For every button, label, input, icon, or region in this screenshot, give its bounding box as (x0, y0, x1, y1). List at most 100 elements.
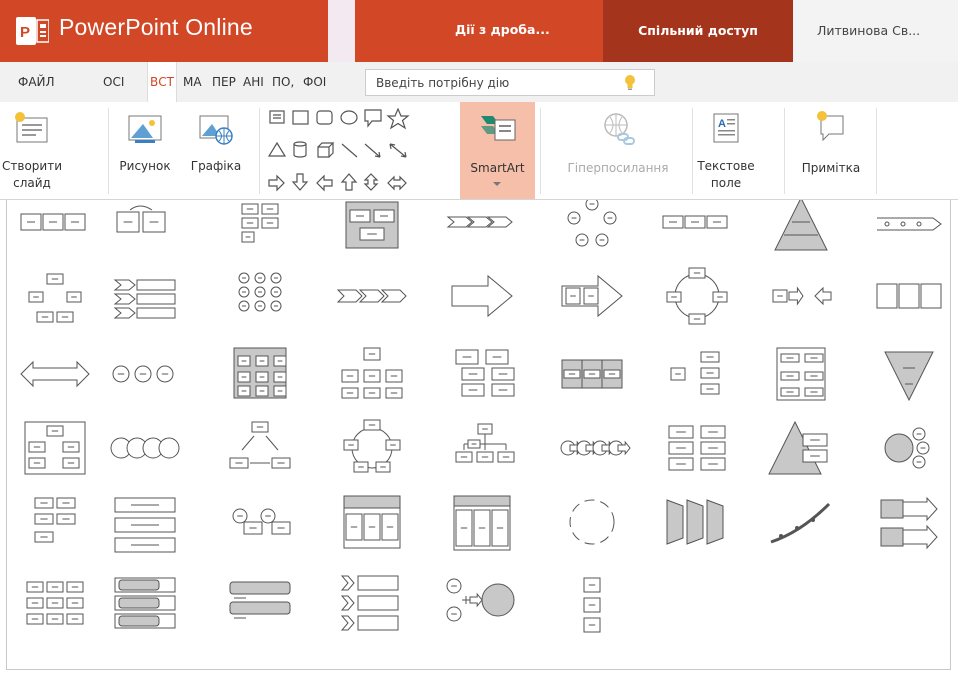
svg-text:P: P (20, 24, 30, 41)
down-arrow-shape-icon (291, 173, 309, 191)
smartart-thumbnail-trapezoid-panels[interactable] (666, 499, 724, 545)
ribbon-separator (540, 108, 541, 194)
smartart-thumbnail-titled-lines[interactable] (229, 581, 291, 619)
rectangle-shape-icon (292, 110, 309, 125)
ribbon-tabs: ФАЙЛ ОСІ ВСТ МА ПЕР АНІ ПО, ФОІ Введіть … (0, 62, 958, 103)
arrow-line-shape-icon (364, 143, 381, 158)
smartart-thumbnail-double-arrow-list[interactable] (880, 496, 938, 550)
smartart-thumbnail-interlocking-circles[interactable] (110, 437, 180, 459)
smartart-thumbnail-block-arrow[interactable] (451, 274, 513, 318)
hyperlink-button[interactable]: Гіперпосилання (548, 102, 688, 199)
powerpoint-logo-icon: P (16, 17, 49, 45)
smartart-thumbnail-four-panel-table[interactable] (453, 495, 511, 551)
smartart-thumbnail-basic-pyramid[interactable] (774, 200, 828, 251)
smartart-thumbnail-labeled-circles[interactable] (232, 508, 291, 535)
smartart-thumbnail-plus-equation[interactable] (446, 578, 515, 622)
smartart-thumbnail-opposing-arrows[interactable] (772, 286, 832, 306)
picture-icon (128, 115, 162, 143)
ribbon-separator (692, 108, 693, 194)
user-account[interactable]: Литвинова Св... (793, 0, 958, 62)
ribbon-separator (259, 108, 260, 194)
hyperlink-icon (604, 113, 635, 145)
left-arrow-shape-icon (316, 174, 333, 192)
smartart-thumbnail-inverted-pyramid[interactable] (884, 351, 934, 402)
smartart-thumbnail-horizontal-hierarchy[interactable] (670, 351, 720, 395)
smartart-thumbnail-alternating-flow[interactable] (241, 203, 279, 243)
left-right-arrow-shape-icon (387, 175, 407, 191)
smartart-thumbnail-chevron-process[interactable] (336, 289, 407, 303)
tell-me-placeholder: Введіть потрібну дію (376, 76, 510, 90)
shapes-gallery[interactable] (268, 108, 458, 196)
smartart-thumbnail-double-arrow[interactable] (20, 360, 90, 388)
smartart-thumbnail-multilevel-process[interactable] (34, 497, 76, 543)
tab-view[interactable]: ФОІ (303, 62, 333, 102)
smartart-thumbnail-vertical-chevron-list[interactable] (113, 279, 176, 319)
picture-button[interactable]: Рисунок (112, 102, 178, 199)
smartart-thumbnail-grid-matrix[interactable] (26, 581, 84, 625)
right-arrow-shape-icon (268, 174, 285, 192)
smartart-thumbnail-three-column-table[interactable] (343, 495, 401, 549)
tell-me-box[interactable]: Введіть потрібну дію (365, 69, 655, 96)
smartart-thumbnail-equation-blocks[interactable] (876, 283, 942, 309)
tab-design[interactable]: МА (183, 62, 207, 102)
smartart-thumbnail-segmented-cycle[interactable] (343, 419, 401, 473)
smartart-button[interactable]: SmartArt (460, 102, 535, 199)
textbox-button[interactable]: A Текстове поле (696, 102, 756, 199)
smartart-thumbnail-timeline[interactable] (877, 217, 942, 231)
smartart-thumbnail-tree-hierarchy[interactable] (455, 423, 515, 463)
smartart-thumbnail-lined-list[interactable] (776, 347, 826, 401)
smartart-thumbnail-target-circles[interactable] (884, 427, 930, 469)
text-box-shape-icon (269, 110, 285, 124)
smartart-thumbnail-radial-arrows[interactable] (229, 421, 291, 469)
smartart-thumbnail-pyramid-list[interactable] (768, 420, 828, 475)
star-shape-icon (386, 108, 410, 130)
new-slide-button[interactable]: Створити слайд (2, 102, 62, 199)
smartart-thumbnail-bracket-list[interactable] (114, 577, 176, 629)
smartart-thumbnail-block-grid[interactable] (668, 425, 726, 471)
smartart-thumbnail-circular-arrow-process[interactable] (560, 440, 631, 456)
smartart-thumbnail-grouped-list[interactable] (345, 201, 399, 249)
smartart-thumbnail-bending-process[interactable] (238, 272, 282, 312)
smartart-thumbnail-vertical-box-list[interactable] (561, 359, 623, 389)
smartart-thumbnail-hierarchy-boxes[interactable] (24, 421, 86, 475)
smartart-thumbnail-horizontal-bullet-list[interactable] (20, 213, 86, 231)
tab-home[interactable]: ОСІ (103, 62, 133, 102)
smartart-thumbnail-organization-chart[interactable] (341, 347, 403, 399)
smartart-thumbnail-hierarchy-list[interactable] (455, 349, 515, 397)
tab-insert[interactable]: ВСТ (147, 62, 177, 103)
smartart-thumbnail-chevron-bullets[interactable] (340, 575, 399, 631)
smartart-thumbnail-ascending-arrow[interactable] (770, 502, 831, 544)
smartart-label: SmartArt (470, 161, 525, 175)
smartart-thumbnail-continuous-block-process[interactable] (662, 215, 728, 229)
smartart-thumbnail-stacked-list[interactable] (116, 205, 166, 233)
smartart-thumbnail-circle-equation[interactable] (112, 365, 174, 383)
app-title: PowerPoint Online (59, 14, 253, 40)
smartart-thumbnail-stacked-arrow-list[interactable] (114, 497, 176, 553)
tab-file[interactable]: ФАЙЛ (18, 62, 78, 102)
app-brand[interactable]: P PowerPoint Online (0, 0, 328, 62)
tab-review[interactable]: ПО, (272, 62, 298, 102)
smartart-thumbnail-dashed-cycle[interactable] (569, 499, 615, 545)
smartart-gallery[interactable] (6, 200, 951, 670)
chevron-down-icon (493, 182, 501, 186)
tab-animations[interactable]: АНІ (243, 62, 269, 102)
smartart-thumbnail-downward-process[interactable] (583, 577, 601, 633)
smartart-thumbnail-basic-cycle[interactable] (567, 200, 617, 247)
smartart-thumbnail-cycle-with-boxes[interactable] (28, 273, 82, 323)
online-graphics-icon (199, 115, 233, 145)
svg-text:A: A (718, 118, 726, 130)
document-name[interactable]: Дії з дроба... (455, 22, 550, 37)
smartart-thumbnail-circular-arrow-cycle[interactable] (666, 267, 728, 325)
new-slide-label: Створити слайд (2, 159, 62, 190)
comment-button[interactable]: Примітка (790, 102, 872, 199)
smartart-thumbnail-basic-chevron-process[interactable] (446, 216, 513, 228)
smartart-thumbnail-table-list[interactable] (233, 347, 287, 399)
lightbulb-icon (625, 75, 635, 90)
smartart-thumbnail-process-arrows[interactable] (561, 274, 623, 318)
graphics-button[interactable]: Графіка (183, 102, 249, 199)
triangle-shape-icon (268, 141, 287, 157)
share-button[interactable]: Спільний доступ (603, 0, 793, 62)
tab-transitions[interactable]: ПЕР (212, 62, 237, 102)
up-down-arrow-shape-icon (363, 173, 379, 191)
smartart-layouts (20, 200, 942, 633)
